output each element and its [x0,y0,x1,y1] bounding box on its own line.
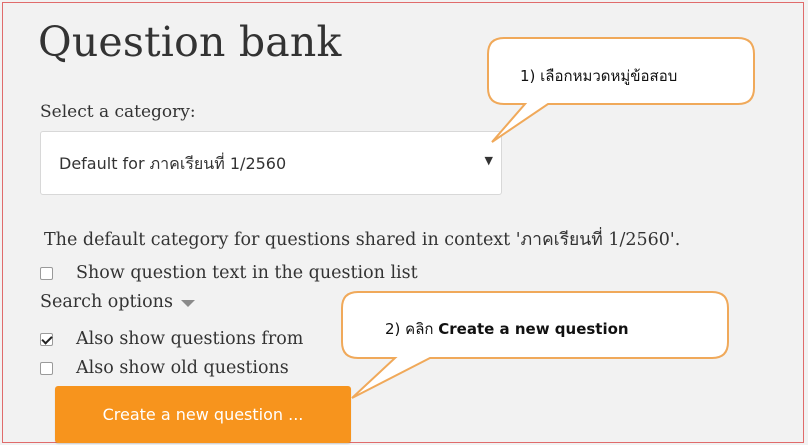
default-category-info: The default category for questions share… [44,230,681,250]
search-options-toggle[interactable]: Search options [40,292,195,312]
show-question-text-label: Show question text in the question list [76,263,418,283]
callout-2-prefix: 2) คลิก [385,320,439,338]
subcategories-checkbox[interactable] [40,332,53,346]
caret-down-icon [180,300,195,307]
dropdown-arrow-icon: ▼ [484,154,493,167]
search-options-label: Search options [40,292,173,312]
show-question-text-checkbox[interactable] [40,266,53,280]
create-new-question-button[interactable]: Create a new question ... [55,386,351,443]
show-question-text-option: Show question text in the question list [40,262,418,284]
subcategories-option: Also show questions from [40,328,303,350]
subcategories-label: Also show questions from [76,329,304,349]
page-title: Question bank [38,18,342,66]
old-questions-label: Also show old questions [76,358,289,378]
callout-2-bold: Create a new question [438,320,629,338]
callout-2-text: 2) คลิก Create a new question [385,317,629,341]
callout-1-text: 1) เลือกหมวดหมู่ข้อสอบ [520,67,678,85]
category-select-value: Default for ภาคเรียนที่ 1/2560 [59,154,287,173]
category-select-label: Select a category: [40,102,196,122]
category-select[interactable]: Default for ภาคเรียนที่ 1/2560 ▼ [40,131,502,195]
old-questions-checkbox[interactable] [40,361,53,375]
old-questions-option: Also show old questions [40,357,289,379]
